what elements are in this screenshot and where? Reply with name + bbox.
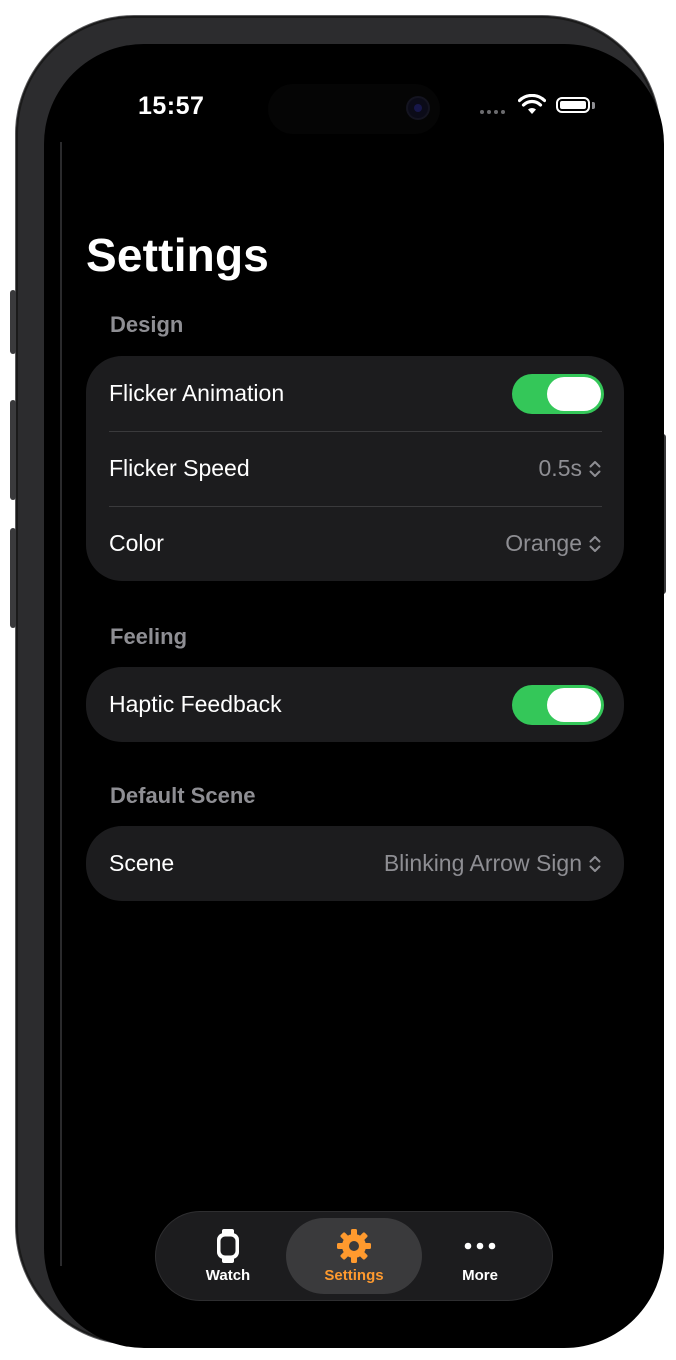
scene-label: Scene: [109, 850, 175, 876]
default-scene-group: Scene Blinking Arrow Sign: [86, 826, 624, 901]
status-time: 15:57: [138, 92, 205, 120]
gear-icon: [336, 1228, 372, 1264]
phone-frame: 15:57 Settings Design Flicker Animation: [10, 16, 666, 1348]
flicker-speed-label: Flicker Speed: [109, 455, 250, 481]
scene-picker[interactable]: Blinking Arrow Sign: [384, 850, 602, 877]
flicker-animation-label: Flicker Animation: [109, 380, 285, 406]
scene-value: Blinking Arrow Sign: [383, 850, 582, 876]
battery-icon: [556, 97, 590, 113]
section-header-feeling: Feeling: [110, 624, 188, 649]
flicker-speed-value: 0.5s: [538, 455, 582, 481]
wifi-icon: [518, 94, 546, 114]
chevron-up-down-icon: [589, 855, 601, 872]
toggle-knob: [547, 687, 601, 722]
tab-watch[interactable]: Watch: [166, 1212, 290, 1300]
volume-up-button: [10, 400, 16, 500]
toggle-knob: [547, 376, 601, 411]
flicker-speed-row[interactable]: Flicker Speed 0.5s: [86, 431, 624, 506]
color-picker[interactable]: Orange: [505, 530, 602, 557]
tab-watch-label: Watch: [205, 1267, 251, 1284]
flicker-animation-toggle[interactable]: [512, 373, 604, 414]
section-header-default-scene: Default Scene: [110, 783, 256, 808]
tab-more-label: More: [462, 1267, 498, 1284]
tab-bar: Watch Settings More: [156, 1212, 552, 1300]
flicker-speed-picker[interactable]: 0.5s: [539, 455, 602, 482]
color-row[interactable]: Color Orange: [86, 506, 624, 581]
color-label: Color: [109, 530, 164, 556]
color-value: Orange: [505, 530, 582, 556]
front-camera: [408, 98, 428, 118]
page-title: Settings: [86, 229, 270, 281]
haptic-feedback-toggle[interactable]: [512, 684, 604, 725]
apple-watch-icon: [215, 1228, 241, 1264]
ellipsis-icon: [463, 1228, 497, 1264]
scroll-indicator: [60, 142, 62, 1266]
scene-row[interactable]: Scene Blinking Arrow Sign: [86, 826, 624, 901]
chevron-up-down-icon: [589, 535, 601, 552]
design-group: Flicker Animation Flicker Speed 0.5s Col…: [86, 356, 624, 581]
cellular-signal-icon: [480, 110, 505, 114]
haptic-feedback-row: Haptic Feedback: [86, 667, 624, 742]
battery-tip: [592, 102, 595, 109]
action-button: [10, 290, 16, 354]
tab-settings[interactable]: Settings: [286, 1218, 422, 1294]
flicker-animation-row: Flicker Animation: [86, 356, 624, 431]
tab-settings-label: Settings: [324, 1267, 384, 1284]
chevron-up-down-icon: [589, 460, 601, 477]
screen: 15:57 Settings Design Flicker Animation: [44, 44, 664, 1348]
haptic-feedback-label: Haptic Feedback: [109, 691, 282, 717]
tab-more[interactable]: More: [418, 1212, 542, 1300]
section-header-design: Design: [110, 312, 184, 337]
volume-down-button: [10, 528, 16, 628]
feeling-group: Haptic Feedback: [86, 667, 624, 742]
